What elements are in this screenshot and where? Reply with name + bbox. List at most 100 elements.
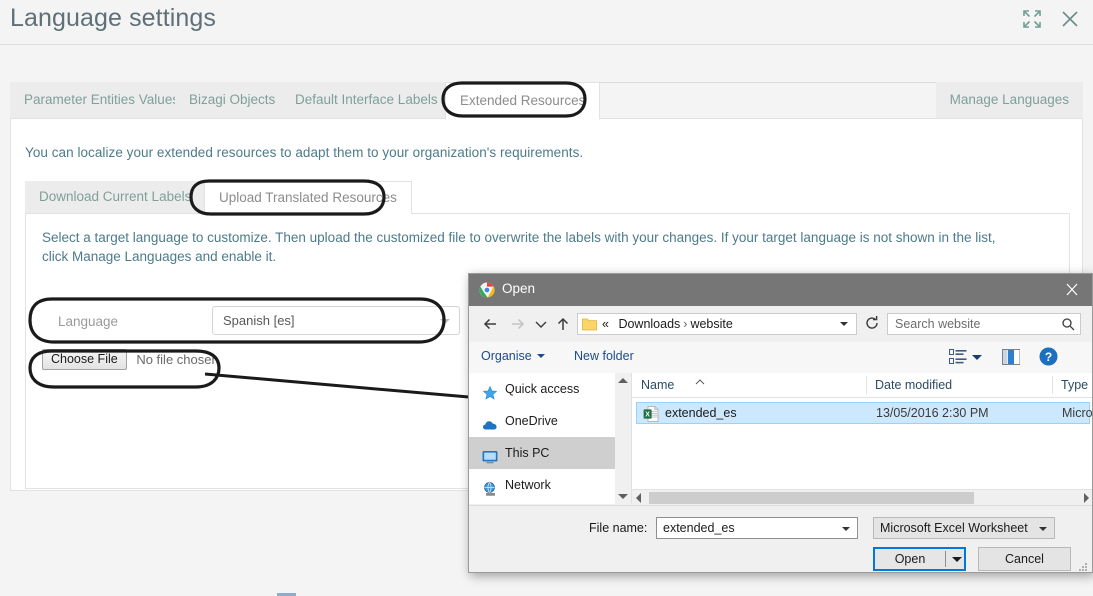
upload-instructions: Select a target language to customize. T…	[42, 230, 996, 264]
file-type-select[interactable]: Microsoft Excel Worksheet	[873, 517, 1055, 539]
chevron-down-icon	[440, 319, 450, 324]
refresh-icon[interactable]	[863, 314, 881, 332]
file-type-selected-value: Microsoft Excel Worksheet	[880, 521, 1028, 535]
dialog-title: Open	[502, 281, 536, 296]
button-divider	[945, 551, 946, 567]
file-name: extended_es	[665, 406, 737, 420]
organise-button[interactable]: Organise	[481, 349, 545, 363]
breadcrumb-downloads[interactable]: Downloads	[618, 317, 680, 331]
up-arrow-icon[interactable]	[553, 314, 573, 334]
new-folder-button[interactable]: New folder	[574, 349, 634, 363]
search-icon	[1061, 317, 1075, 331]
chevron-down-icon[interactable]	[842, 527, 850, 531]
dialog-toolbar: Organise New folder ?	[469, 342, 1092, 374]
tab-extended-resources[interactable]: Extended Resources	[445, 82, 601, 120]
scrollbar-thumb[interactable]	[649, 492, 974, 504]
language-selected-value: Spanish [es]	[223, 313, 295, 328]
scroll-down-icon[interactable]	[618, 494, 628, 499]
open-file-dialog: Open « Downloads › website Search websit…	[468, 273, 1093, 573]
monitor-icon	[482, 445, 498, 464]
no-file-chosen-label: No file chosen	[136, 352, 219, 367]
table-row[interactable]: X extended_es 13/05/2016 2:30 PM Microso…	[636, 402, 1093, 424]
sidebar-item-network[interactable]: Network	[469, 469, 615, 501]
search-placeholder: Search website	[895, 317, 981, 331]
tab-parameter-entities-values[interactable]: Parameter Entities Values	[10, 82, 194, 118]
preview-pane-icon[interactable]	[1002, 349, 1020, 365]
scroll-right-icon[interactable]	[1084, 493, 1089, 503]
back-arrow-icon[interactable]	[481, 314, 501, 334]
page-title: Language settings	[10, 4, 217, 32]
tab-default-interface-labels[interactable]: Default Interface Labels	[281, 82, 452, 118]
sidebar-item-label: Network	[505, 478, 551, 492]
dialog-sidebar: Quick access OneDrive This PC Network	[469, 373, 616, 504]
organise-label: Organise	[481, 349, 532, 363]
open-button-label: Open	[894, 552, 926, 566]
dialog-footer: File name: extended_es Microsoft Excel W…	[469, 505, 1092, 572]
forward-arrow-icon	[507, 314, 527, 334]
scroll-up-icon[interactable]	[618, 378, 628, 383]
sub-tabstrip: Download Current Labels Upload Translate…	[25, 181, 1070, 214]
file-upload-row: Choose File No file chosen	[42, 349, 219, 373]
column-header-type[interactable]: Type	[1061, 378, 1088, 392]
open-button[interactable]: Open	[873, 547, 966, 571]
search-input[interactable]: Search website	[887, 313, 1081, 335]
column-headers: Name Date modified Type	[632, 373, 1092, 398]
close-icon[interactable]	[1059, 8, 1081, 30]
excel-file-icon: X	[643, 406, 659, 422]
chevron-down-icon[interactable]	[952, 557, 962, 562]
breadcrumb-prefix: «	[602, 317, 609, 331]
resize-grip[interactable]	[1077, 561, 1089, 572]
subtab-download-current-labels[interactable]: Download Current Labels	[25, 181, 206, 213]
svg-text:?: ?	[1045, 350, 1052, 364]
globe-icon	[482, 477, 498, 496]
cloud-icon	[482, 413, 498, 430]
chrome-icon	[479, 282, 495, 298]
chevron-down-icon[interactable]	[531, 314, 551, 334]
scroll-left-icon[interactable]	[636, 493, 641, 503]
page-header: Language settings	[0, 0, 1093, 45]
svg-text:X: X	[645, 412, 650, 419]
sidebar-item-label: Quick access	[505, 382, 580, 396]
cancel-button[interactable]: Cancel	[978, 547, 1071, 571]
file-date-modified: 13/05/2016 2:30 PM	[876, 406, 989, 420]
intro-text: You can localize your extended resources…	[25, 145, 584, 160]
sidebar-item-label: This PC	[505, 446, 550, 460]
choose-file-button[interactable]: Choose File	[42, 349, 127, 370]
file-name-input[interactable]: extended_es	[656, 517, 858, 539]
column-header-name[interactable]: Name	[641, 378, 674, 392]
sidebar-item-this-pc[interactable]: This PC	[469, 437, 615, 469]
subtab-upload-translated-resources[interactable]: Upload Translated Resources	[204, 181, 412, 214]
file-list-horizontal-scrollbar[interactable]	[632, 489, 1092, 506]
breadcrumb-separator: ›	[683, 317, 688, 331]
sidebar-item-label: OneDrive	[505, 414, 558, 428]
language-row: Language Spanish [es]	[42, 306, 462, 340]
column-divider[interactable]	[866, 376, 867, 394]
folder-icon	[582, 317, 597, 331]
address-bar[interactable]: « Downloads › website	[577, 313, 857, 335]
dialog-navbar: « Downloads › website Search website	[469, 306, 1092, 342]
chevron-down-icon[interactable]	[1039, 527, 1047, 531]
column-divider[interactable]	[1052, 376, 1053, 394]
view-options-icon[interactable]	[949, 349, 967, 365]
sort-ascending-icon	[695, 373, 705, 385]
dialog-titlebar[interactable]: Open	[469, 274, 1092, 306]
file-name-label: File name:	[589, 521, 648, 535]
tab-bizagi-objects[interactable]: Bizagi Objects	[175, 82, 290, 118]
breadcrumb-website[interactable]: website	[690, 317, 732, 331]
breadcrumb[interactable]: « Downloads › website	[602, 317, 733, 331]
sidebar-scrollbar[interactable]	[615, 373, 632, 504]
language-label: Language	[58, 314, 119, 329]
tab-manage-languages[interactable]: Manage Languages	[935, 82, 1083, 118]
sidebar-item-onedrive[interactable]: OneDrive	[469, 405, 615, 437]
main-tabstrip: Parameter Entities Values Bizagi Objects…	[0, 45, 1093, 120]
chevron-down-icon	[536, 354, 545, 358]
chevron-down-icon[interactable]	[840, 322, 848, 326]
close-icon[interactable]	[1060, 279, 1084, 301]
language-select[interactable]: Spanish [es]	[212, 306, 460, 335]
file-type: Microsoft	[1062, 406, 1093, 420]
expand-icon[interactable]	[1021, 8, 1043, 30]
sidebar-item-quick-access[interactable]: Quick access	[469, 373, 615, 405]
help-icon[interactable]: ?	[1039, 347, 1058, 366]
column-header-date-modified[interactable]: Date modified	[875, 378, 952, 392]
chevron-down-icon[interactable]	[972, 355, 982, 360]
